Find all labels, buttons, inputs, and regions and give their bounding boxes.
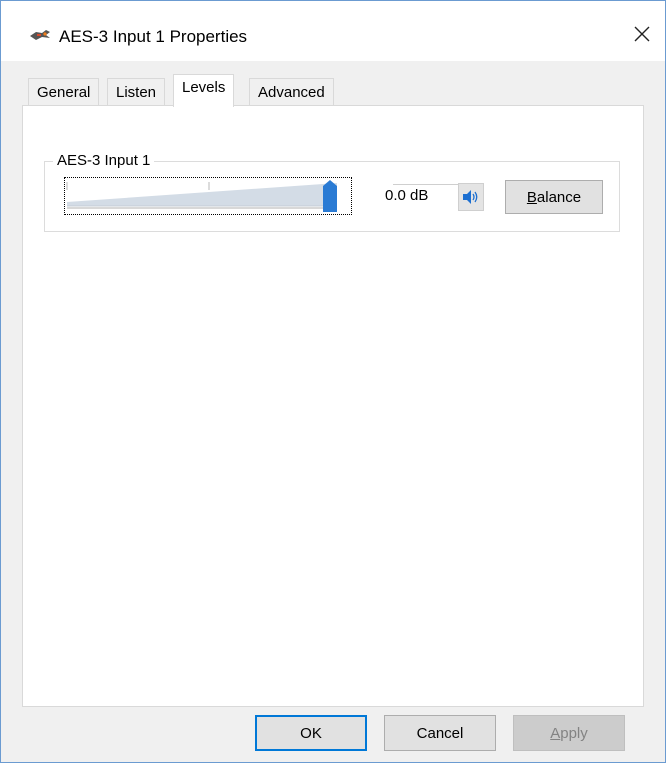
cancel-button[interactable]: Cancel xyxy=(384,715,496,751)
close-icon xyxy=(634,26,650,42)
close-button[interactable] xyxy=(619,11,665,57)
balance-label: alance xyxy=(536,188,582,206)
slider-thumb[interactable] xyxy=(323,180,337,212)
apply-accelerator: A xyxy=(550,724,561,742)
apply-button[interactable]: Apply xyxy=(513,715,625,751)
levels-panel: AES-3 Input 1 0.0 dB B alance xyxy=(22,105,644,707)
audio-input-icon xyxy=(29,28,51,42)
tab-advanced[interactable]: Advanced xyxy=(249,78,334,106)
slider-track-fill xyxy=(67,183,337,206)
window-title: AES-3 Input 1 Properties xyxy=(59,27,248,46)
balance-accelerator: B xyxy=(526,188,537,206)
tab-levels[interactable]: Levels xyxy=(173,74,235,107)
mute-button[interactable] xyxy=(458,183,484,211)
tab-general[interactable]: General xyxy=(28,78,100,106)
balance-button[interactable]: Balance xyxy=(505,180,603,214)
title-bar[interactable]: AES-3 Input 1 Properties xyxy=(1,1,665,61)
tab-listen[interactable]: Listen xyxy=(107,78,166,106)
group-label: AES-3 Input 1 xyxy=(53,152,155,169)
properties-window: AES-3 Input 1 Properties General Listen … xyxy=(0,0,666,763)
level-slider[interactable] xyxy=(64,177,352,215)
level-separator xyxy=(393,184,463,185)
apply-label: pply xyxy=(560,724,588,742)
ok-button[interactable]: OK xyxy=(255,715,367,751)
level-value: 0.0 dB xyxy=(385,187,429,204)
speaker-icon xyxy=(463,190,478,204)
input-level-group: AES-3 Input 1 0.0 dB B alance xyxy=(44,152,620,232)
